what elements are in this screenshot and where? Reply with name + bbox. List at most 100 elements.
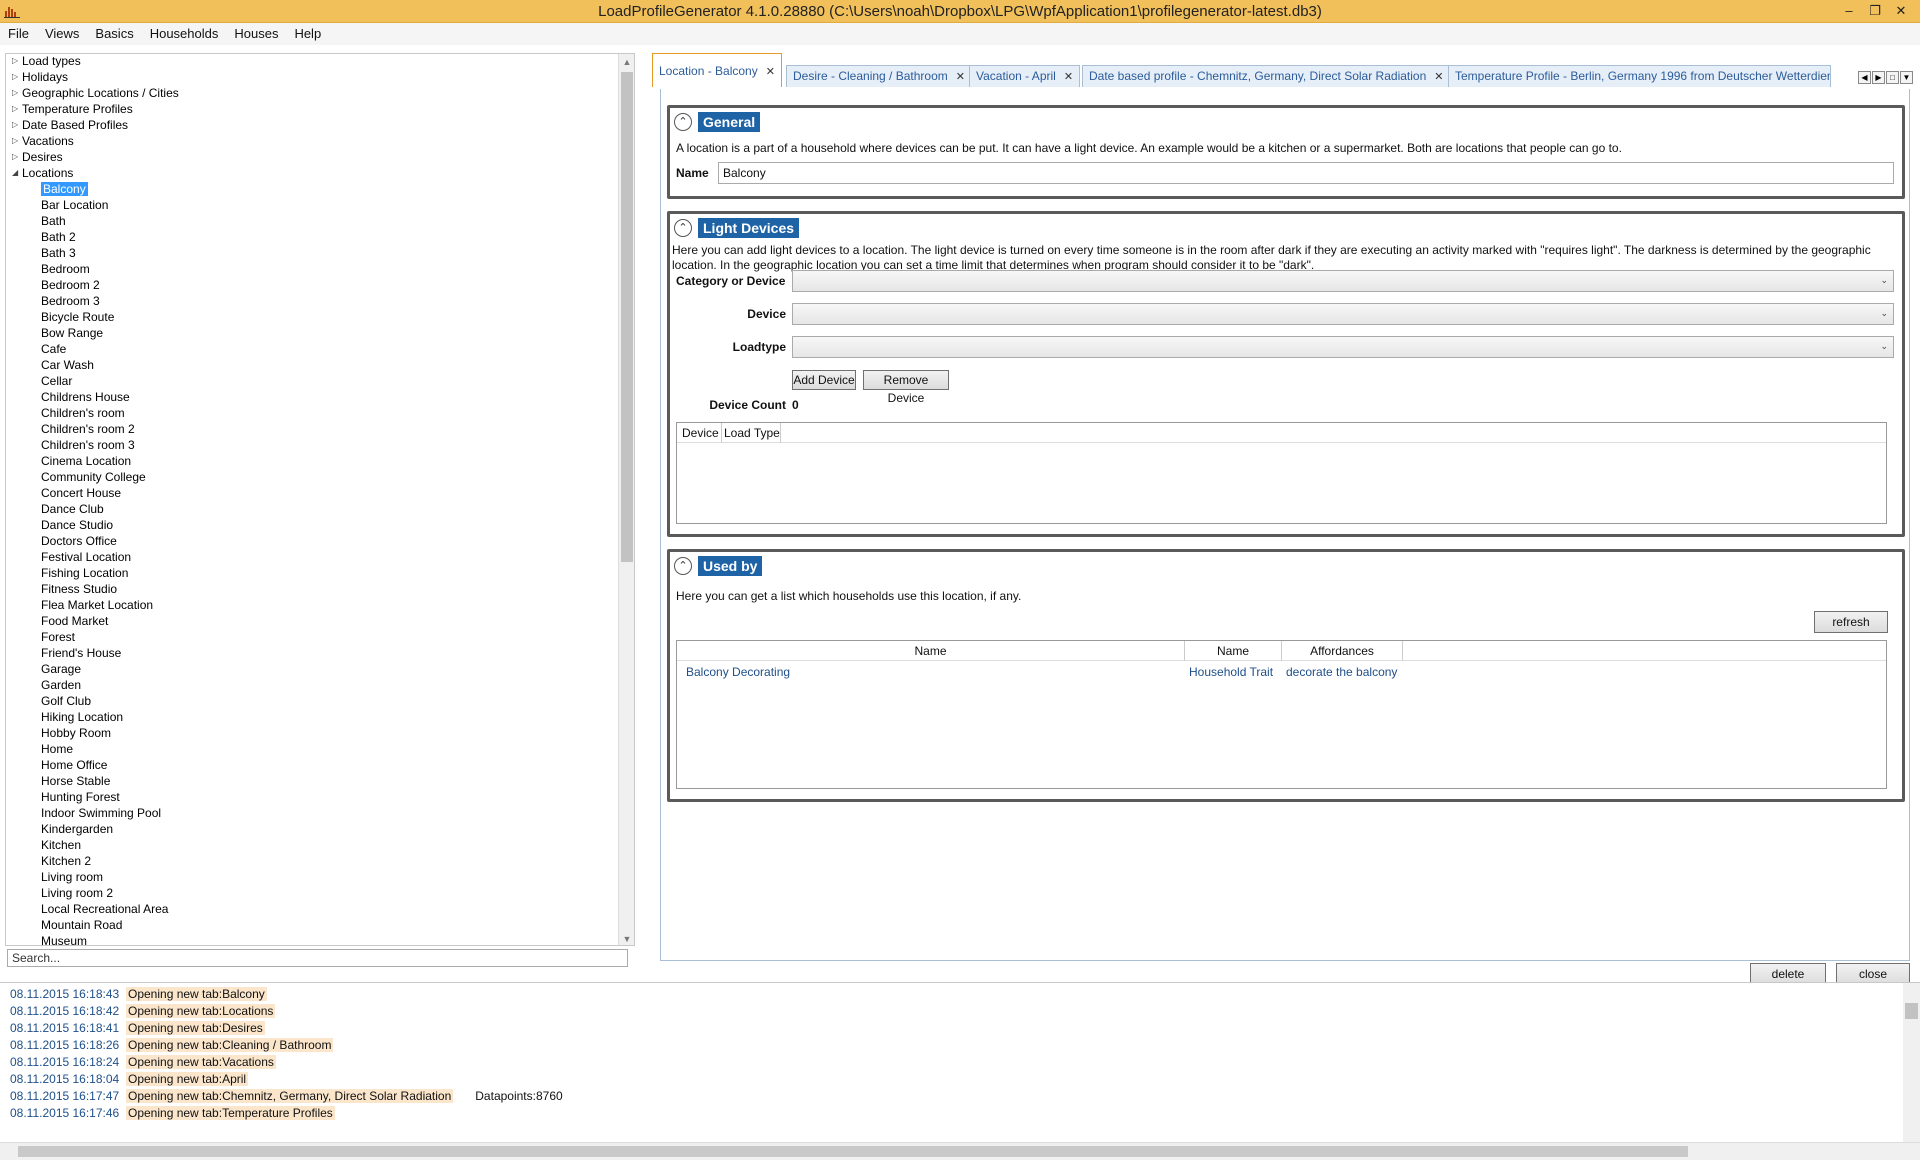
tree-node[interactable]: ▷ Desires <box>6 149 618 165</box>
category-select[interactable]: ⌄ <box>792 270 1894 292</box>
loadtype-select[interactable]: ⌄ <box>792 336 1894 358</box>
tree-item-location[interactable]: Mountain Road <box>6 917 618 933</box>
table-row-type[interactable]: Household Trait <box>1189 665 1273 679</box>
tab-desire-cleaning[interactable]: Desire - Cleaning / Bathroom ✕ <box>786 65 972 87</box>
tree-item-location[interactable]: Friend's House <box>6 645 618 661</box>
menu-file[interactable]: File <box>0 23 37 45</box>
tree-item-location[interactable]: Kitchen <box>6 837 618 853</box>
table-row-name[interactable]: Balcony Decorating <box>686 665 790 679</box>
close-tab-icon[interactable]: ✕ <box>1434 71 1443 83</box>
tree-item-location[interactable]: Garage <box>6 661 618 677</box>
table-row-affordances[interactable]: decorate the balcony <box>1286 665 1397 679</box>
remove-device-button[interactable]: Remove Device <box>863 370 949 405</box>
tree-item-location[interactable]: Children's room <box>6 405 618 421</box>
collapsed-triangle-icon[interactable]: ▷ <box>12 133 22 149</box>
collapse-icon[interactable]: ⌃ <box>674 557 692 575</box>
tab-location-balcony[interactable]: Location - Balcony ✕ <box>652 53 782 87</box>
tree-item-location[interactable]: Kindergarden <box>6 821 618 837</box>
tree-item-location[interactable]: Local Recreational Area <box>6 901 618 917</box>
tree-item-location[interactable]: Bedroom 2 <box>6 277 618 293</box>
close-window-icon[interactable]: ✕ <box>1888 2 1914 20</box>
close-tab-icon[interactable]: ✕ <box>766 66 775 78</box>
tree-item-location[interactable]: Museum <box>6 933 618 945</box>
tree-item-location[interactable]: Festival Location <box>6 549 618 565</box>
tree-item-location[interactable]: Indoor Swimming Pool <box>6 805 618 821</box>
tree-item-location[interactable]: Dance Studio <box>6 517 618 533</box>
light-devices-grid[interactable]: Device Load Type <box>676 422 1887 524</box>
tree-node[interactable]: ▷ Geographic Locations / Cities <box>6 85 618 101</box>
tree-item-location[interactable]: Living room 2 <box>6 885 618 901</box>
tree-item-location[interactable]: Forest <box>6 629 618 645</box>
tree-scrollbar[interactable]: ▲ ▼ <box>618 54 634 945</box>
tree-item-location[interactable]: Flea Market Location <box>6 597 618 613</box>
tab-vacation-april[interactable]: Vacation - April ✕ <box>969 65 1081 87</box>
tree-item-location[interactable]: Doctors Office <box>6 533 618 549</box>
tree-item-location[interactable]: Cellar <box>6 373 618 389</box>
search-input[interactable]: Search... <box>7 949 628 967</box>
tree-item-location[interactable]: Hunting Forest <box>6 789 618 805</box>
tree-item-location[interactable]: Cinema Location <box>6 453 618 469</box>
collapsed-triangle-icon[interactable]: ▷ <box>12 117 22 133</box>
collapsed-triangle-icon[interactable]: ▷ <box>12 101 22 117</box>
tree-item-location[interactable]: Hiking Location <box>6 709 618 725</box>
name-field[interactable]: Balcony <box>718 162 1894 184</box>
collapsed-triangle-icon[interactable]: ▷ <box>12 85 22 101</box>
scroll-down-icon[interactable]: ▼ <box>619 931 634 945</box>
column-device[interactable]: Device <box>682 426 719 440</box>
tree-scroll-thumb[interactable] <box>621 72 633 562</box>
tree-item-location[interactable]: Bedroom 3 <box>6 293 618 309</box>
restore-icon[interactable]: ❐ <box>1862 2 1888 20</box>
tree-item-location[interactable]: Fitness Studio <box>6 581 618 597</box>
tree-item-location[interactable]: Bow Range <box>6 325 618 341</box>
tree-item-location[interactable]: Cafe <box>6 341 618 357</box>
tree-item-location[interactable]: Bath 2 <box>6 229 618 245</box>
column-load-type[interactable]: Load Type <box>724 426 780 440</box>
tree-node[interactable]: ▷ Vacations <box>6 133 618 149</box>
tree-node[interactable]: ▷ Load types <box>6 54 618 69</box>
tree-item-location[interactable]: Concert House <box>6 485 618 501</box>
menu-basics[interactable]: Basics <box>87 23 141 45</box>
tree-item-location[interactable]: Bath <box>6 213 618 229</box>
tree-item-location[interactable]: Bath 3 <box>6 245 618 261</box>
tab-scroll-right-icon[interactable]: ▶ <box>1872 71 1885 84</box>
tab-temperature-profile[interactable]: Temperature Profile - Berlin, Germany 19… <box>1448 65 1831 87</box>
log-scroll-thumb[interactable] <box>1905 1003 1918 1019</box>
close-tab-icon[interactable]: ✕ <box>1064 71 1073 83</box>
scroll-up-icon[interactable]: ▲ <box>619 54 634 70</box>
collapsed-triangle-icon[interactable]: ▷ <box>12 69 22 85</box>
tree-item-location[interactable]: Children's room 3 <box>6 437 618 453</box>
collapsed-triangle-icon[interactable]: ▷ <box>12 149 22 165</box>
log-scrollbar[interactable] <box>1903 983 1920 1142</box>
log-hscroll-thumb[interactable] <box>18 1146 1688 1157</box>
tree-item-location[interactable]: Golf Club <box>6 693 618 709</box>
tree-item-location[interactable]: Balcony <box>6 181 618 197</box>
minimize-icon[interactable]: – <box>1836 2 1862 20</box>
add-device-button[interactable]: Add Device <box>792 370 856 390</box>
tree-item-location[interactable]: Childrens House <box>6 389 618 405</box>
tree-item-location[interactable]: Garden <box>6 677 618 693</box>
log-horizontal-scrollbar[interactable] <box>0 1142 1920 1160</box>
tree-item-location[interactable]: Kitchen 2 <box>6 853 618 869</box>
tree-item-location[interactable]: Bedroom <box>6 261 618 277</box>
column-type-name[interactable]: Name <box>1185 644 1281 658</box>
collapse-icon[interactable]: ⌃ <box>674 219 692 237</box>
menu-houses[interactable]: Houses <box>226 23 286 45</box>
tree-item-location[interactable]: Hobby Room <box>6 725 618 741</box>
tree-item-location[interactable]: Horse Stable <box>6 773 618 789</box>
tree-item-location[interactable]: Home <box>6 741 618 757</box>
tree-item-location[interactable]: Food Market <box>6 613 618 629</box>
tab-date-based-profile[interactable]: Date based profile - Chemnitz, Germany, … <box>1082 65 1451 87</box>
menu-households[interactable]: Households <box>142 23 227 45</box>
tab-menu-icon[interactable]: ▼ <box>1900 71 1913 84</box>
tree-item-location[interactable]: Bicycle Route <box>6 309 618 325</box>
tree-node[interactable]: ▷ Holidays <box>6 69 618 85</box>
tree-item-location[interactable]: Fishing Location <box>6 565 618 581</box>
tab-list-icon[interactable]: □ <box>1886 71 1899 84</box>
tree-node[interactable]: ▷ Date Based Profiles <box>6 117 618 133</box>
refresh-button[interactable]: refresh <box>1814 611 1888 633</box>
tab-scroll-left-icon[interactable]: ◀ <box>1858 71 1871 84</box>
menu-views[interactable]: Views <box>37 23 87 45</box>
tree-item-location[interactable]: Bar Location <box>6 197 618 213</box>
collapsed-triangle-icon[interactable]: ▷ <box>12 54 22 69</box>
menu-help[interactable]: Help <box>286 23 329 45</box>
